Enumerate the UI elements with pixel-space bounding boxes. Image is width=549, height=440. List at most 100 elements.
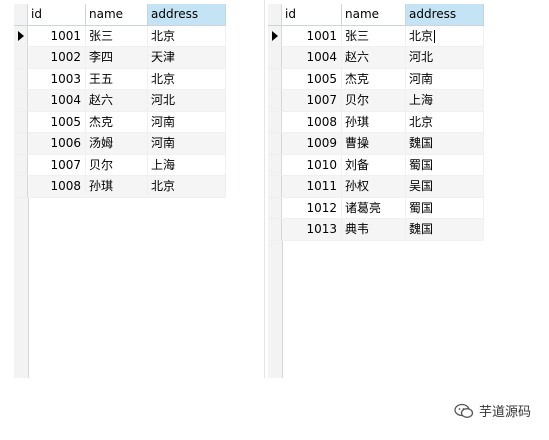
cell-id[interactable]: 1010 xyxy=(282,154,342,176)
row-indicator[interactable] xyxy=(268,197,282,219)
cell-id[interactable]: 1009 xyxy=(282,133,342,155)
row-indicator[interactable] xyxy=(268,90,282,112)
cell-name[interactable]: 孙琪 xyxy=(342,111,406,133)
cell-name[interactable]: 杰克 xyxy=(342,68,406,90)
cell-id[interactable]: 1004 xyxy=(282,47,342,69)
table-row[interactable]: 1006 汤姆 河南 xyxy=(14,133,226,155)
cell-id[interactable]: 1005 xyxy=(282,68,342,90)
cell-address[interactable]: 北京 xyxy=(148,25,226,47)
cell-id[interactable]: 1011 xyxy=(282,176,342,198)
cell-name[interactable]: 诸葛亮 xyxy=(342,197,406,219)
table-row[interactable]: 1005 杰克 河南 xyxy=(268,68,484,90)
row-indicator[interactable] xyxy=(268,111,282,133)
cell-address[interactable]: 北京 xyxy=(148,68,226,90)
row-indicator[interactable] xyxy=(268,68,282,90)
cell-name[interactable]: 杰克 xyxy=(86,111,148,133)
cell-name[interactable]: 贝尔 xyxy=(342,90,406,112)
cell-name[interactable]: 贝尔 xyxy=(86,154,148,176)
cell-address[interactable]: 魏国 xyxy=(406,219,484,241)
column-header-id[interactable]: id xyxy=(282,4,342,26)
table-row[interactable]: 1004 赵六 河北 xyxy=(268,47,484,69)
cell-address[interactable]: 蜀国 xyxy=(406,197,484,219)
cell-id[interactable]: 1003 xyxy=(28,68,86,90)
cell-name[interactable]: 李四 xyxy=(86,47,148,69)
row-indicator[interactable] xyxy=(268,25,282,47)
cell-address[interactable]: 北京 xyxy=(406,111,484,133)
table-row[interactable]: 1002 李四 天津 xyxy=(14,47,226,69)
cell-id[interactable]: 1007 xyxy=(282,90,342,112)
row-indicator[interactable] xyxy=(14,111,28,133)
pane-divider[interactable] xyxy=(264,0,265,378)
table-row[interactable]: 1012 诸葛亮 蜀国 xyxy=(268,197,484,219)
cell-address[interactable]: 河南 xyxy=(148,111,226,133)
watermark: 芋道源码 xyxy=(454,401,531,420)
cell-id[interactable]: 1005 xyxy=(28,111,86,133)
row-indicator[interactable] xyxy=(268,154,282,176)
column-header-name[interactable]: name xyxy=(342,4,406,26)
cell-name[interactable]: 王五 xyxy=(86,68,148,90)
row-indicator[interactable] xyxy=(14,68,28,90)
cell-name[interactable]: 典韦 xyxy=(342,219,406,241)
row-indicator[interactable] xyxy=(14,176,28,198)
table-row[interactable]: 1005 杰克 河南 xyxy=(14,111,226,133)
column-header-address[interactable]: address xyxy=(406,4,484,26)
cell-address[interactable]: 河北 xyxy=(148,90,226,112)
table-row[interactable]: 1007 贝尔 上海 xyxy=(14,154,226,176)
cell-id[interactable]: 1001 xyxy=(282,25,342,47)
cell-id[interactable]: 1012 xyxy=(282,197,342,219)
cell-name[interactable]: 曹操 xyxy=(342,133,406,155)
row-indicator[interactable] xyxy=(268,133,282,155)
row-indicator[interactable] xyxy=(14,47,28,69)
table-row[interactable]: 1001 张三 北京 xyxy=(14,25,226,47)
cell-id[interactable]: 1013 xyxy=(282,219,342,241)
table-row[interactable]: 1011 孙权 吴国 xyxy=(268,176,484,198)
cell-id[interactable]: 1007 xyxy=(28,154,86,176)
table-row[interactable]: 1008 孙琪 北京 xyxy=(268,111,484,133)
cell-address[interactable]: 蜀国 xyxy=(406,154,484,176)
cell-address[interactable]: 北京 xyxy=(406,25,484,47)
cell-id[interactable]: 1008 xyxy=(282,111,342,133)
watermark-text: 芋道源码 xyxy=(478,405,531,420)
cell-address[interactable]: 上海 xyxy=(406,90,484,112)
cell-id[interactable]: 1001 xyxy=(28,25,86,47)
table-row[interactable]: 1004 赵六 河北 xyxy=(14,90,226,112)
table-row[interactable]: 1009 曹操 魏国 xyxy=(268,133,484,155)
cell-address[interactable]: 上海 xyxy=(148,154,226,176)
cell-address[interactable]: 河南 xyxy=(148,133,226,155)
table-row[interactable]: 1007 贝尔 上海 xyxy=(268,90,484,112)
column-header-id[interactable]: id xyxy=(28,4,86,26)
cell-name[interactable]: 张三 xyxy=(86,25,148,47)
cell-name[interactable]: 刘备 xyxy=(342,154,406,176)
cell-address[interactable]: 北京 xyxy=(148,176,226,198)
row-indicator[interactable] xyxy=(14,133,28,155)
cell-id[interactable]: 1002 xyxy=(28,47,86,69)
cell-name[interactable]: 赵六 xyxy=(86,90,148,112)
cell-id[interactable]: 1004 xyxy=(28,90,86,112)
row-indicator[interactable] xyxy=(14,154,28,176)
cell-name[interactable]: 孙权 xyxy=(342,176,406,198)
row-indicator[interactable] xyxy=(268,47,282,69)
column-header-address[interactable]: address xyxy=(148,4,226,26)
cell-address[interactable]: 天津 xyxy=(148,47,226,69)
table-row[interactable]: 1010 刘备 蜀国 xyxy=(268,154,484,176)
cell-name[interactable]: 汤姆 xyxy=(86,133,148,155)
row-indicator[interactable] xyxy=(14,90,28,112)
cell-address[interactable]: 魏国 xyxy=(406,133,484,155)
row-indicator[interactable] xyxy=(268,176,282,198)
cell-name[interactable]: 张三 xyxy=(342,25,406,47)
cell-address[interactable]: 河北 xyxy=(406,47,484,69)
wechat-icon xyxy=(454,403,474,419)
table-row[interactable]: 1001 张三 北京 xyxy=(268,25,484,47)
table-row[interactable]: 1003 王五 北京 xyxy=(14,68,226,90)
cell-id[interactable]: 1006 xyxy=(28,133,86,155)
column-header-name[interactable]: name xyxy=(86,4,148,26)
table-row[interactable]: 1008 孙琪 北京 xyxy=(14,176,226,198)
cell-address[interactable]: 吴国 xyxy=(406,176,484,198)
cell-name[interactable]: 孙琪 xyxy=(86,176,148,198)
cell-address[interactable]: 河南 xyxy=(406,68,484,90)
row-indicator[interactable] xyxy=(14,25,28,47)
cell-id[interactable]: 1008 xyxy=(28,176,86,198)
cell-name[interactable]: 赵六 xyxy=(342,47,406,69)
table-row[interactable]: 1013 典韦 魏国 xyxy=(268,219,484,241)
row-indicator[interactable] xyxy=(268,219,282,241)
